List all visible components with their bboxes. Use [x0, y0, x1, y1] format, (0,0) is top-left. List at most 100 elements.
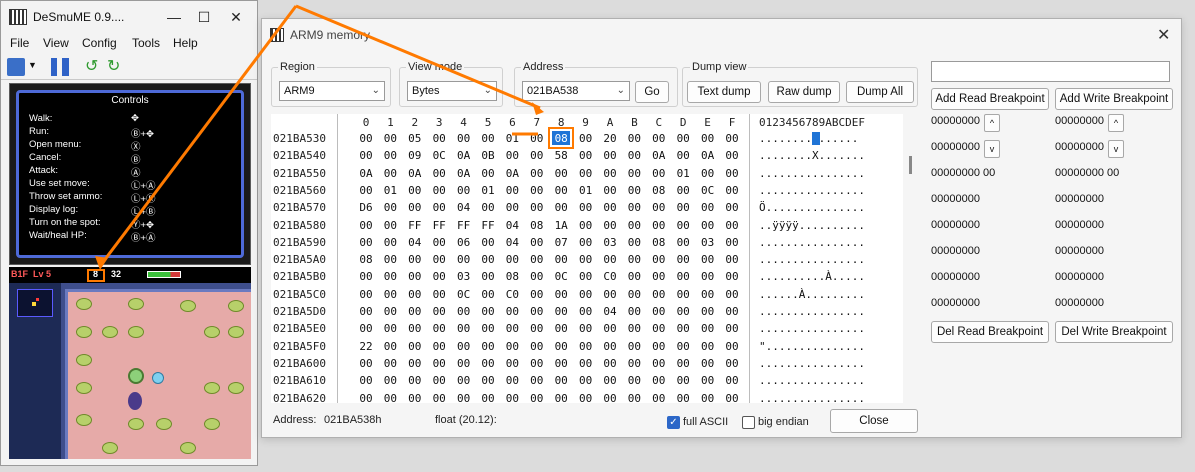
- hex-byte-cell[interactable]: 00: [550, 340, 572, 353]
- hex-byte-cell[interactable]: 00: [648, 132, 670, 145]
- hex-byte-cell[interactable]: 00: [453, 305, 475, 318]
- menu-file[interactable]: File: [10, 36, 29, 50]
- hex-byte-cell[interactable]: 00: [623, 219, 645, 232]
- ascii-row[interactable]: ................: [759, 392, 865, 405]
- ascii-row[interactable]: ................: [759, 305, 865, 318]
- hex-byte-cell[interactable]: 00: [428, 132, 450, 145]
- hex-byte-cell[interactable]: 00: [721, 236, 743, 249]
- hex-byte-cell[interactable]: 00: [648, 253, 670, 266]
- hex-byte-cell[interactable]: 00: [623, 270, 645, 283]
- hex-byte-cell[interactable]: 00: [721, 340, 743, 353]
- hex-byte-cell[interactable]: 00: [599, 184, 621, 197]
- hex-byte-cell[interactable]: 00: [379, 253, 401, 266]
- hex-byte-cell[interactable]: 00: [501, 322, 523, 335]
- hex-byte-cell[interactable]: 00: [672, 201, 694, 214]
- hex-byte-cell[interactable]: 00: [526, 253, 548, 266]
- hex-byte-cell[interactable]: 00: [697, 305, 719, 318]
- hex-byte-cell[interactable]: 05: [404, 132, 426, 145]
- hex-byte-cell[interactable]: 00: [428, 270, 450, 283]
- hex-byte-cell[interactable]: 00: [477, 167, 499, 180]
- ascii-row[interactable]: ................: [759, 253, 865, 266]
- hex-byte-cell[interactable]: 00: [404, 201, 426, 214]
- hex-byte-cell[interactable]: 00: [623, 288, 645, 301]
- menu-view[interactable]: View: [43, 36, 69, 50]
- hex-byte-cell[interactable]: 00: [599, 149, 621, 162]
- hex-byte-cell[interactable]: 00: [575, 357, 597, 370]
- hex-byte-cell[interactable]: 00: [379, 357, 401, 370]
- hex-byte-cell[interactable]: 00: [453, 253, 475, 266]
- menu-tools[interactable]: Tools: [132, 36, 160, 50]
- hex-byte-cell[interactable]: 00: [477, 132, 499, 145]
- hex-byte-cell[interactable]: 00: [697, 253, 719, 266]
- hex-byte-cell[interactable]: 00: [526, 305, 548, 318]
- hex-byte-cell[interactable]: 00: [526, 201, 548, 214]
- hex-byte-cell[interactable]: 08: [501, 270, 523, 283]
- hex-byte-cell[interactable]: 00: [648, 167, 670, 180]
- hex-byte-cell[interactable]: 00: [501, 201, 523, 214]
- hex-byte-cell[interactable]: 00: [648, 219, 670, 232]
- hex-byte-cell[interactable]: 00: [697, 392, 719, 405]
- hex-byte-cell[interactable]: 00: [599, 201, 621, 214]
- hex-byte-cell[interactable]: 00: [672, 340, 694, 353]
- add-read-breakpoint-button[interactable]: Add Read Breakpoint: [931, 88, 1049, 110]
- hex-byte-cell[interactable]: 00: [453, 184, 475, 197]
- hex-byte-cell[interactable]: 00: [477, 392, 499, 405]
- hex-byte-cell[interactable]: 03: [697, 236, 719, 249]
- hex-byte-cell[interactable]: 00: [697, 288, 719, 301]
- hex-byte-cell[interactable]: 00: [648, 374, 670, 387]
- hex-byte-cell[interactable]: 00: [550, 167, 572, 180]
- hex-byte-cell[interactable]: 01: [575, 184, 597, 197]
- hex-byte-cell[interactable]: 01: [477, 184, 499, 197]
- hex-byte-cell[interactable]: 00: [379, 340, 401, 353]
- hex-byte-cell[interactable]: 00: [648, 357, 670, 370]
- hex-byte-cell[interactable]: 04: [404, 236, 426, 249]
- hex-byte-cell[interactable]: 00: [404, 305, 426, 318]
- hex-byte-cell[interactable]: 00: [697, 219, 719, 232]
- hex-byte-cell[interactable]: 00: [526, 149, 548, 162]
- hex-byte-cell[interactable]: 00: [501, 340, 523, 353]
- hex-byte-cell[interactable]: 00: [428, 201, 450, 214]
- maximize-icon[interactable]: ☐: [191, 7, 217, 27]
- hex-byte-cell[interactable]: 0A: [697, 149, 719, 162]
- hex-byte-cell[interactable]: 00: [453, 322, 475, 335]
- hex-byte-cell[interactable]: 00: [623, 322, 645, 335]
- dropdown-arrow-icon[interactable]: ▼: [28, 60, 37, 70]
- hex-byte-cell[interactable]: 00: [575, 236, 597, 249]
- hex-byte-cell[interactable]: 00: [599, 374, 621, 387]
- reset-icon[interactable]: ↺: [85, 58, 103, 76]
- dump-all-button[interactable]: Dump All: [846, 81, 914, 103]
- hex-byte-cell[interactable]: 00: [623, 340, 645, 353]
- hex-byte-cell[interactable]: 00: [648, 322, 670, 335]
- hex-byte-cell[interactable]: 00: [379, 201, 401, 214]
- ds-top-screen[interactable]: Controls Walk: ✥ Run: Ⓑ+✥ Open menu: Ⓧ Cancel:…: [9, 83, 251, 265]
- hex-byte-cell[interactable]: 00: [575, 270, 597, 283]
- hex-byte-cell[interactable]: 00: [623, 184, 645, 197]
- hex-byte-cell[interactable]: 00: [623, 374, 645, 387]
- ascii-row[interactable]: ................: [759, 167, 865, 180]
- hex-byte-cell[interactable]: 08: [648, 236, 670, 249]
- hex-byte-cell[interactable]: 00: [550, 374, 572, 387]
- hex-byte-cell[interactable]: 00: [550, 357, 572, 370]
- hex-byte-cell[interactable]: 00: [721, 132, 743, 145]
- hex-byte-cell[interactable]: 00: [623, 201, 645, 214]
- hex-byte-cell[interactable]: 00: [501, 374, 523, 387]
- hex-byte-cell[interactable]: 07: [550, 236, 572, 249]
- hex-byte-cell[interactable]: 00: [453, 340, 475, 353]
- ascii-row[interactable]: Ö...............: [759, 201, 865, 214]
- hex-byte-cell[interactable]: 00: [623, 132, 645, 145]
- hex-byte-cell[interactable]: 00: [599, 167, 621, 180]
- hex-byte-cell[interactable]: 00: [648, 305, 670, 318]
- hex-byte-cell[interactable]: 00: [404, 288, 426, 301]
- hex-byte-cell[interactable]: 00: [575, 167, 597, 180]
- address-input[interactable]: 021BA538 ⌄: [522, 81, 630, 101]
- hex-byte-cell[interactable]: 00: [721, 305, 743, 318]
- hex-byte-cell[interactable]: 00: [404, 357, 426, 370]
- hex-byte-cell[interactable]: 00: [526, 340, 548, 353]
- ascii-row[interactable]: ........ ......: [759, 132, 858, 145]
- menu-help[interactable]: Help: [173, 36, 198, 50]
- hex-byte-cell[interactable]: 00: [477, 340, 499, 353]
- hex-byte-cell[interactable]: 0A: [355, 167, 377, 180]
- hex-byte-cell[interactable]: 00: [623, 167, 645, 180]
- hex-byte-cell[interactable]: 00: [550, 201, 572, 214]
- hex-byte-cell[interactable]: 08: [355, 253, 377, 266]
